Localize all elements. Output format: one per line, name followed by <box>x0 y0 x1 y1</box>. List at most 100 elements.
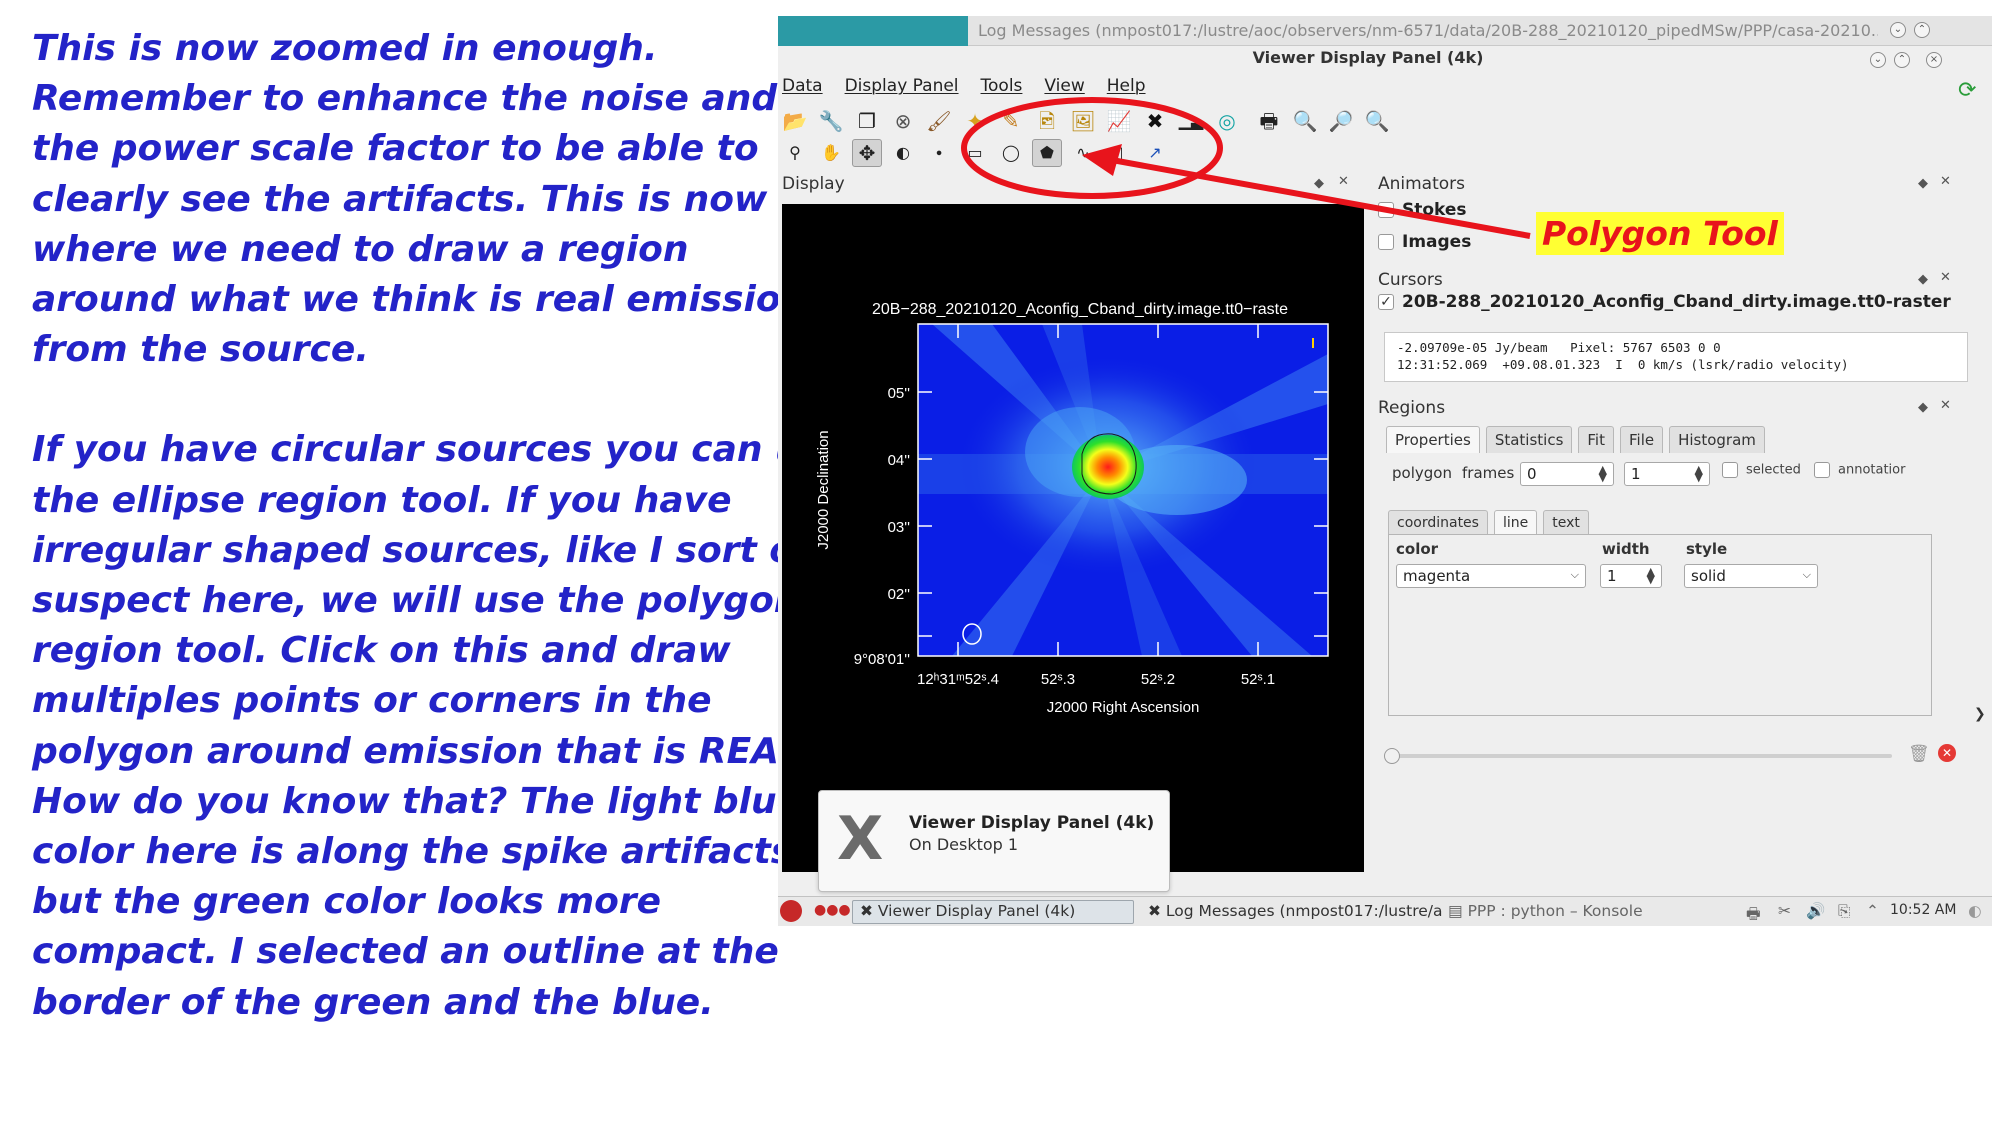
spin-arrows-icon[interactable]: ▲ ▼ <box>1695 464 1703 483</box>
brush-icon[interactable]: 🖌 <box>924 107 954 135</box>
selected-checkbox[interactable] <box>1722 462 1738 478</box>
stokes-checkbox[interactable] <box>1378 202 1394 218</box>
dock-float-icon[interactable]: ◆ <box>1314 176 1324 191</box>
line-color-select[interactable]: magenta ⌵ <box>1396 564 1586 588</box>
chart-icon[interactable]: 📈 <box>1104 107 1134 135</box>
expand-tray-icon[interactable]: ⌃ <box>1866 902 1879 920</box>
frame-from-spinner[interactable]: 0 ▲ ▼ <box>1520 462 1614 486</box>
histogram-icon[interactable]: ▁▃ <box>1176 107 1206 135</box>
display-canvas[interactable]: 20B−288_20210120_Aconfig_Cband_dirty.ima… <box>782 204 1364 872</box>
tab-fit[interactable]: Fit <box>1578 426 1614 453</box>
cursor-image-checkbox[interactable]: ✓ <box>1378 294 1394 310</box>
desktop-notification[interactable]: X Viewer Display Panel (4k) On Desktop 1 <box>818 790 1170 892</box>
image-save-icon[interactable]: 🖻 <box>1032 107 1062 135</box>
dock-float-icon[interactable]: ◆ <box>1918 400 1928 415</box>
x-tick-label: 52ˢ.1 <box>1241 671 1275 688</box>
zoom-tool-icon[interactable]: ⚲ <box>780 139 810 167</box>
position-tool-icon[interactable]: ↗ <box>1140 139 1170 167</box>
taskbar-viewer-text: Viewer Display Panel (4k) <box>877 902 1076 920</box>
region-slider-handle[interactable] <box>1384 748 1400 764</box>
minimize-icon[interactable]: ⌄ <box>1890 22 1906 38</box>
subtab-text[interactable]: text <box>1543 510 1589 535</box>
window-close-icon[interactable]: × <box>1926 52 1942 68</box>
line-style-select[interactable]: solid ⌵ <box>1684 564 1818 588</box>
dock-close-icon[interactable]: ✕ <box>1338 174 1349 189</box>
printer-tray-icon[interactable]: 🖶 <box>1746 902 1761 926</box>
contrast-icon[interactable]: ◐ <box>888 139 918 167</box>
app-dots-icon[interactable]: ●●● <box>814 902 851 918</box>
dock-close-icon[interactable]: ✕ <box>1940 174 1951 189</box>
start-menu-icon[interactable] <box>780 900 802 922</box>
region-slider-track[interactable] <box>1392 754 1892 758</box>
polyline-tool-icon[interactable]: ∿ <box>1068 139 1098 167</box>
star-paint-icon[interactable]: ✦ <box>960 107 990 135</box>
subtab-line[interactable]: line <box>1493 510 1538 535</box>
animator-images[interactable]: Images <box>1378 232 1471 252</box>
y-tick-label: 04'' <box>888 452 911 469</box>
window-maximize-icon[interactable]: ⌃ <box>1894 52 1910 68</box>
region-subtabs: coordinates line text <box>1388 510 1589 535</box>
fit-icon[interactable]: ✖ <box>1140 107 1170 135</box>
menu-data[interactable]: Data <box>782 76 823 100</box>
scroll-right-icon[interactable]: ❯ <box>1974 706 1986 722</box>
point-tool-icon[interactable]: ∙ <box>924 139 954 167</box>
trash-icon[interactable]: 🗑 <box>1908 744 1930 764</box>
close-circle-icon[interactable]: ⊗ <box>888 107 918 135</box>
dock-close-icon[interactable]: ✕ <box>1940 398 1951 413</box>
volume-tray-icon[interactable]: 🔊 <box>1806 902 1825 920</box>
dock-float-icon[interactable]: ◆ <box>1918 176 1928 191</box>
clipboard-tray-icon[interactable]: ✂ <box>1778 902 1791 920</box>
spin-arrows-icon[interactable]: ▲ ▼ <box>1647 566 1655 585</box>
copy-icon[interactable]: ❐ <box>852 107 882 135</box>
region-shape-label: polygon <box>1392 464 1452 482</box>
clock[interactable]: 10:52 AM <box>1890 902 1956 918</box>
maximize-icon[interactable]: ⌃ <box>1914 22 1930 38</box>
taskbar-item-konsole[interactable]: ▤ PPP : python – Konsole <box>1448 902 1643 920</box>
wrench-icon[interactable]: 🔧 <box>816 107 846 135</box>
print-icon[interactable]: 🖶 <box>1254 107 1284 135</box>
zoom-icon[interactable]: 🔍 <box>1290 107 1320 135</box>
taskbar-item-log[interactable]: ✖ Log Messages (nmpost017:/lustre/a <box>1148 902 1443 920</box>
polygon-tool-icon[interactable]: ⬟ <box>1032 139 1062 167</box>
tab-histogram[interactable]: Histogram <box>1669 426 1765 453</box>
line-width-spinner[interactable]: 1 ▲ ▼ <box>1600 564 1662 588</box>
menu-help[interactable]: Help <box>1107 76 1146 100</box>
notes-line: irregular shaped sources, like I sort of <box>32 529 810 571</box>
y-axis-label: J2000 Declination <box>815 430 832 549</box>
width-header: width <box>1602 540 1650 558</box>
move-icon[interactable]: ✥ <box>852 139 882 167</box>
animator-stokes[interactable]: Stokes <box>1378 200 1467 220</box>
device-tray-icon[interactable]: ⎘ <box>1838 902 1850 921</box>
desktop-icon[interactable]: ◐ <box>1968 902 1982 920</box>
spin-arrows-icon[interactable]: ▲ ▼ <box>1599 464 1607 483</box>
annotation-checkbox[interactable] <box>1814 462 1830 478</box>
dock-close-icon[interactable]: ✕ <box>1940 270 1951 285</box>
zoom-in-icon[interactable]: 🔎 <box>1326 107 1356 135</box>
window-minimize-icon[interactable]: ⌄ <box>1870 52 1886 68</box>
tab-properties[interactable]: Properties <box>1386 426 1480 453</box>
rectangle-tool-icon[interactable]: ▭ <box>960 139 990 167</box>
selected-toggle[interactable]: selected <box>1722 462 1801 478</box>
refresh-icon[interactable]: ⟳ <box>1958 78 1976 103</box>
menu-tools[interactable]: Tools <box>981 76 1023 100</box>
frame-to-spinner[interactable]: 1 ▲ ▼ <box>1624 462 1710 486</box>
image-icon[interactable]: 🖼 <box>1068 107 1098 135</box>
images-checkbox[interactable] <box>1378 234 1394 250</box>
subtab-coordinates[interactable]: coordinates <box>1388 510 1488 535</box>
open-folder-icon[interactable]: 📂 <box>780 107 810 135</box>
adjust-icon[interactable]: ✎ <box>996 107 1026 135</box>
zoom-out-icon[interactable]: 🔍 <box>1362 107 1392 135</box>
ellipse-tool-icon[interactable]: ◯ <box>996 139 1026 167</box>
menu-display-panel[interactable]: Display Panel <box>845 76 959 100</box>
tab-statistics[interactable]: Statistics <box>1485 426 1573 453</box>
dock-float-icon[interactable]: ◆ <box>1918 272 1928 287</box>
cursor-image-row[interactable]: ✓ 20B-288_20210120_Aconfig_Cband_dirty.im… <box>1378 292 1951 312</box>
image-raster <box>918 324 1328 656</box>
ruler-tool-icon[interactable]: ▯ <box>1104 139 1134 167</box>
target-icon[interactable]: ◎ <box>1212 107 1242 135</box>
tab-file[interactable]: File <box>1619 426 1664 453</box>
annotation-toggle[interactable]: annotatior <box>1814 462 1905 478</box>
menu-view[interactable]: View <box>1044 76 1084 100</box>
pan-hand-icon[interactable]: ✋ <box>816 139 846 167</box>
delete-region-icon[interactable]: ✕ <box>1938 744 1956 762</box>
